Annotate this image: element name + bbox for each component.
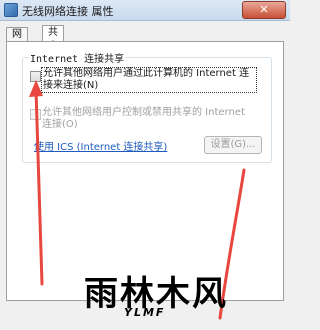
allow-control-checkbox	[30, 109, 41, 120]
title-bar: 无线网络连接 属性 ✕	[0, 0, 290, 21]
ics-help-link[interactable]: 使用 ICS (Internet 连接共享)	[34, 138, 167, 153]
settings-button: 设置(G)...	[204, 136, 262, 154]
tab-network[interactable]: 网络	[6, 27, 28, 54]
network-icon	[4, 3, 18, 17]
watermark-subtext: YLMF	[124, 306, 166, 319]
tab-sharing[interactable]: 共享	[42, 25, 64, 52]
allow-control-label: 允许其他网络用户控制或禁用共享的 Internet 连接(O)	[42, 107, 245, 130]
ics-group-title: Internet 连接共享	[28, 50, 127, 65]
allow-connect-checkbox[interactable]	[30, 71, 41, 82]
close-button[interactable]: ✕	[242, 1, 286, 19]
window-title: 无线网络连接 属性	[22, 5, 114, 18]
allow-connect-label[interactable]: 允许其他网络用户通过此计算机的 Internet 连接来连接(N)	[41, 67, 257, 93]
